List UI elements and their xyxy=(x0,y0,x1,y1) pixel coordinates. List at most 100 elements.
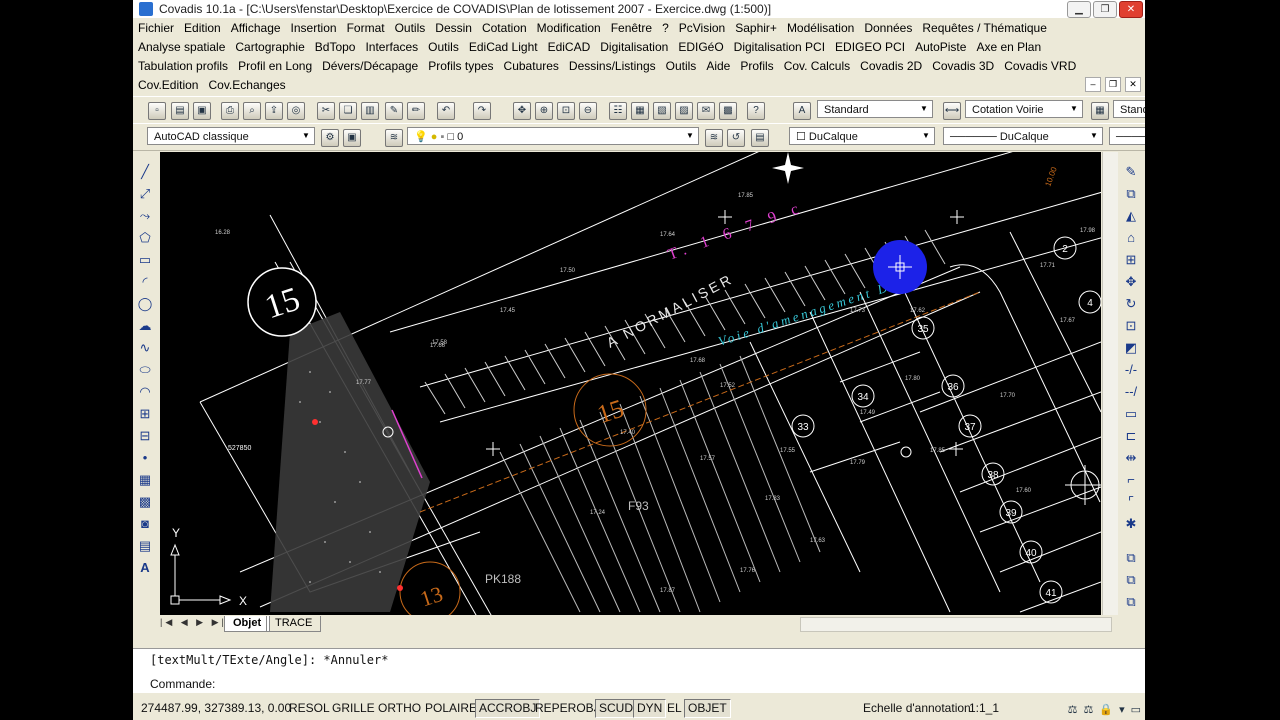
command-window[interactable]: [textMult/TExte/Angle]: *Annuler* Comman… xyxy=(133,648,1145,693)
erase-icon[interactable]: ✎ xyxy=(1123,164,1139,180)
draworder-icon[interactable]: ⧉ xyxy=(1123,550,1139,566)
color-combo[interactable]: ☐ DuCalque ▼ xyxy=(789,127,935,145)
lineweight-combo[interactable]: ──── xyxy=(1109,127,1145,145)
block-editor-icon[interactable]: ✏ xyxy=(407,102,425,120)
undo-icon[interactable]: ↶ xyxy=(437,102,455,120)
circle-icon[interactable]: ◯ xyxy=(137,296,153,312)
menu-edicad-light[interactable]: EdiCad Light xyxy=(464,38,543,57)
minimize-button[interactable]: ▁ xyxy=(1067,1,1091,18)
maximize-button[interactable]: ❐ xyxy=(1093,1,1117,18)
markup-icon[interactable]: ✉ xyxy=(697,102,715,120)
menu-format[interactable]: Format xyxy=(342,19,390,38)
linetype-combo[interactable]: ────── DuCalque ▼ xyxy=(943,127,1103,145)
auto-scale-icon[interactable]: ⚖ xyxy=(1083,700,1093,720)
doc-close-button[interactable]: ✕ xyxy=(1125,77,1141,92)
toggle-ortho[interactable]: ORTHO xyxy=(374,699,425,718)
multiline-text-icon[interactable]: A xyxy=(137,560,153,576)
paste-icon[interactable]: ▥ xyxy=(361,102,379,120)
help-icon[interactable]: ? xyxy=(747,102,765,120)
redo-icon[interactable]: ↷ xyxy=(473,102,491,120)
layer-combo[interactable]: 💡 ● ▪ □ 0 ▼ xyxy=(407,127,699,145)
open-file-icon[interactable]: ▤ xyxy=(171,102,189,120)
chamfer-icon[interactable]: ⌐ xyxy=(1123,472,1139,488)
break-icon[interactable]: ▭ xyxy=(1123,406,1139,422)
explode-icon[interactable]: ✱ xyxy=(1123,516,1139,532)
workspace-combo[interactable]: AutoCAD classique ▼ xyxy=(147,127,315,145)
mirror-icon[interactable]: ◭ xyxy=(1123,208,1139,224)
dim-style-combo[interactable]: Cotation Voirie ▼ xyxy=(965,100,1083,118)
menu-modification[interactable]: Modification xyxy=(532,19,606,38)
menu-outils-2[interactable]: Outils xyxy=(423,38,464,57)
annotation-scale-value[interactable]: 1:1_1 xyxy=(965,699,1003,718)
menu-edigeo-pci[interactable]: EDIGEO PCI xyxy=(830,38,910,57)
drawing-canvas[interactable]: 15 15 13 2 4 33 34 35 36 37 38 39 40 41 … xyxy=(160,152,1101,615)
menu-covadis-3d[interactable]: Covadis 3D xyxy=(927,57,999,76)
layer-manager-icon[interactable]: ≋ xyxy=(385,129,403,147)
menu-edition[interactable]: Edition xyxy=(179,19,226,38)
menu-pcvision[interactable]: PcVision xyxy=(674,19,730,38)
coordinates-display[interactable]: 274487.99, 327389.13, 0.00 xyxy=(137,699,295,718)
scale-icon[interactable]: ⊡ xyxy=(1123,318,1139,334)
properties-icon[interactable]: ☷ xyxy=(609,102,627,120)
move-icon[interactable]: ✥ xyxy=(1123,274,1139,290)
menu-affichage[interactable]: Affichage xyxy=(226,19,286,38)
close-button[interactable]: ✕ xyxy=(1119,1,1143,18)
menu-axe-en-plan[interactable]: Axe en Plan xyxy=(971,38,1046,57)
menu-cov-edition[interactable]: Cov.Edition xyxy=(133,76,203,95)
draworder-back-icon[interactable]: ⧉ xyxy=(1123,572,1139,588)
vertical-scrollbar[interactable] xyxy=(1102,152,1118,615)
break-at-point-icon[interactable]: ⊏ xyxy=(1123,428,1139,444)
publish-icon[interactable]: ⇪ xyxy=(265,102,283,120)
table-style-combo[interactable]: Standa xyxy=(1113,100,1145,118)
menu-outils[interactable]: Outils xyxy=(390,19,431,38)
toggle-dyn[interactable]: DYN xyxy=(633,699,667,718)
toggle-objet[interactable]: OBJET xyxy=(684,699,731,718)
menu-requetes[interactable]: Requêtes / Thématique xyxy=(917,19,1052,38)
layer-previous-icon[interactable]: ↺ xyxy=(727,129,745,147)
menu-cotation[interactable]: Cotation xyxy=(477,19,532,38)
offset-icon[interactable]: ⌂ xyxy=(1123,230,1139,246)
menu-profil-en-long[interactable]: Profil en Long xyxy=(233,57,317,76)
workspace-settings-icon[interactable]: ⚙ xyxy=(321,129,339,147)
menu-fenetre[interactable]: Fenêtre xyxy=(606,19,657,38)
tool-palettes-icon[interactable]: ▧ xyxy=(653,102,671,120)
tab-navigation[interactable]: |◀ ◀ ▶ ▶| xyxy=(160,617,227,628)
revision-cloud-icon[interactable]: ☁ xyxy=(137,318,153,334)
menu-cubatures[interactable]: Cubatures xyxy=(499,57,564,76)
menu-donnees[interactable]: Données xyxy=(859,19,917,38)
toggle-grille[interactable]: GRILLE xyxy=(328,699,379,718)
polygon-icon[interactable]: ⬠ xyxy=(137,230,153,246)
hatch-icon[interactable]: ▦ xyxy=(137,472,153,488)
web-icon[interactable]: ◎ xyxy=(287,102,305,120)
menu-digitalisation-pci[interactable]: Digitalisation PCI xyxy=(729,38,830,57)
preview-icon[interactable]: ⌕ xyxy=(243,102,261,120)
menu-aide[interactable]: Aide xyxy=(701,57,735,76)
menu-cov-calculs[interactable]: Cov. Calculs xyxy=(779,57,855,76)
clean-screen-icon[interactable]: ▭ xyxy=(1131,700,1141,720)
copy-object-icon[interactable]: ⧉ xyxy=(1123,186,1139,202)
ellipse-arc-icon[interactable]: ◠ xyxy=(137,384,153,400)
construction-line-icon[interactable]: ⤢ xyxy=(137,186,153,202)
menu-tabulation-profils[interactable]: Tabulation profils xyxy=(133,57,233,76)
make-layer-current-icon[interactable]: ≋ xyxy=(705,129,723,147)
join-icon[interactable]: ⇹ xyxy=(1123,450,1139,466)
new-file-icon[interactable]: ▫ xyxy=(148,102,166,120)
menu-insertion[interactable]: Insertion xyxy=(286,19,342,38)
menu-edicad[interactable]: EdiCAD xyxy=(543,38,596,57)
stretch-icon[interactable]: ◩ xyxy=(1123,340,1139,356)
tray-settings-icon[interactable]: ▾ xyxy=(1119,700,1125,720)
extend-icon[interactable]: --/ xyxy=(1123,384,1139,400)
menu-dessins-listings[interactable]: Dessins/Listings xyxy=(564,57,661,76)
zoom-window-icon[interactable]: ⊡ xyxy=(557,102,575,120)
pan-icon[interactable]: ✥ xyxy=(513,102,531,120)
menu-dessin[interactable]: Dessin xyxy=(430,19,477,38)
menu-profils[interactable]: Profils xyxy=(735,57,778,76)
make-block-icon[interactable]: ⊟ xyxy=(137,428,153,444)
polyline-icon[interactable]: ⤳ xyxy=(137,208,153,224)
toggle-reperobj[interactable]: REPEROBJ xyxy=(531,699,604,718)
horizontal-scrollbar[interactable] xyxy=(800,617,1112,632)
menu-edigeo[interactable]: EDIGéO xyxy=(673,38,728,57)
menu-outils-3[interactable]: Outils xyxy=(661,57,702,76)
toggle-el[interactable]: EL xyxy=(663,699,686,718)
menu-modelisation[interactable]: Modélisation xyxy=(782,19,859,38)
